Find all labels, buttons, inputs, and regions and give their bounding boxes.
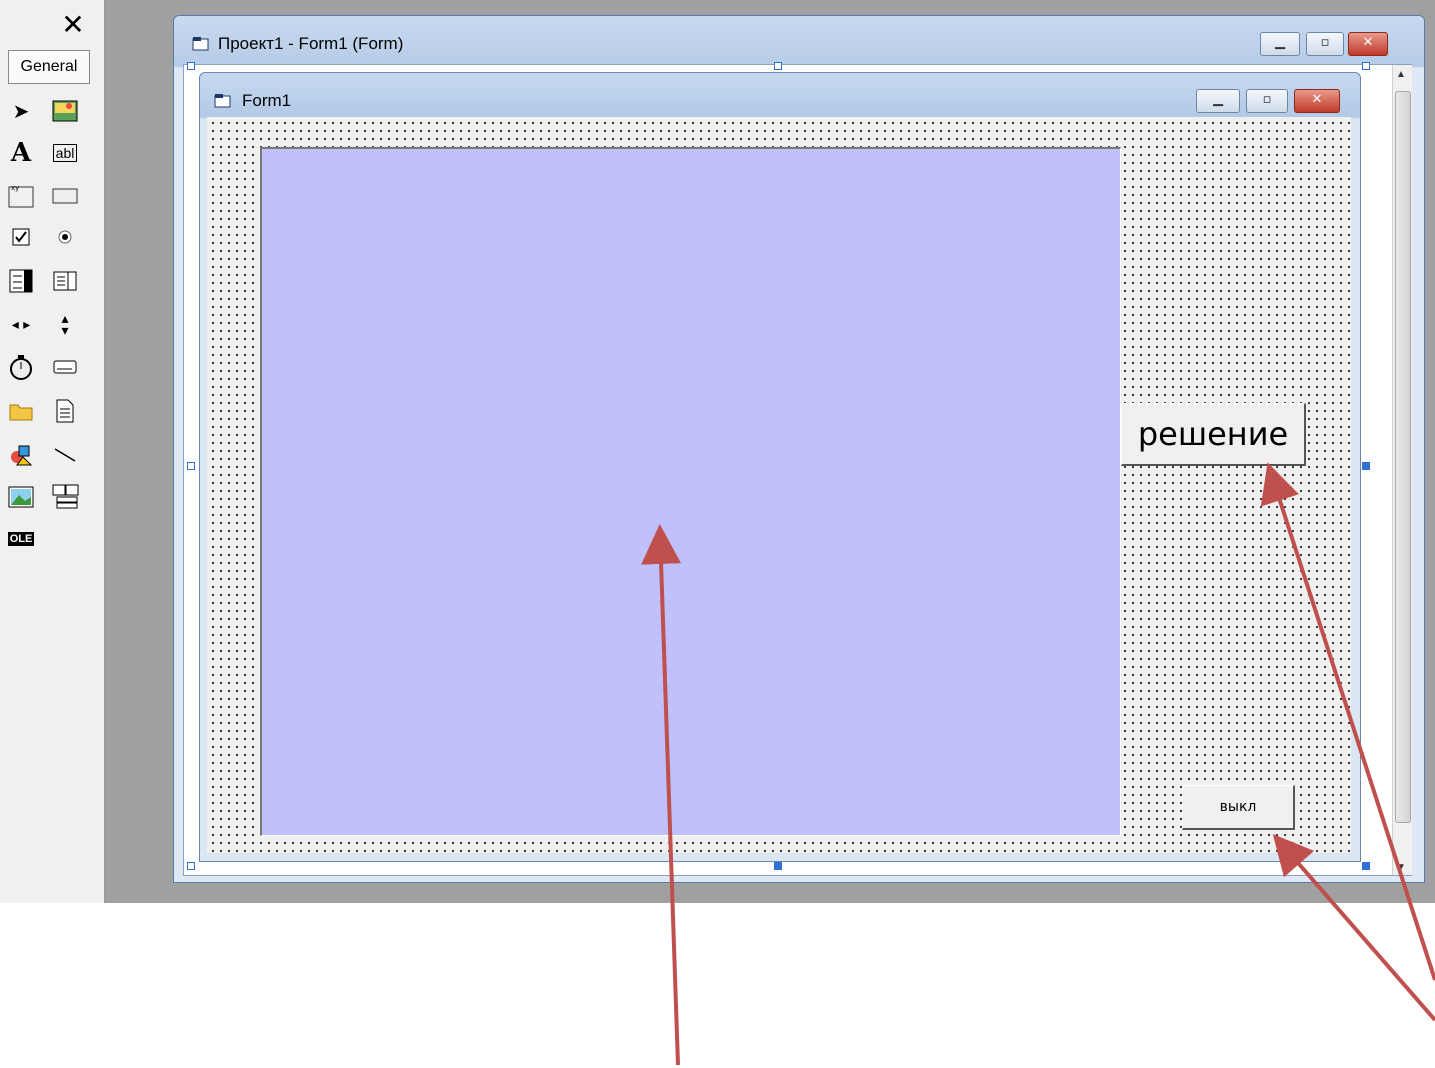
- maximize-button[interactable]: ▫: [1306, 32, 1344, 56]
- textbox-icon-label: abl: [52, 144, 78, 162]
- vertical-scrollbar[interactable]: ▲ ▼: [1392, 65, 1412, 875]
- vscrollbar-icon[interactable]: ▴ ▾: [50, 310, 80, 340]
- ole-icon[interactable]: OLE: [6, 524, 36, 554]
- selection-handle[interactable]: [1362, 462, 1370, 470]
- off-button[interactable]: выкл: [1182, 785, 1295, 830]
- form1-window: Form1 ▁ ▫ ✕ решение выкл: [199, 72, 1361, 862]
- pointer-icon[interactable]: ➤: [6, 96, 36, 126]
- form1-maximize-button[interactable]: ▫: [1246, 89, 1288, 113]
- optionbutton-icon[interactable]: [50, 222, 80, 252]
- frame-icon[interactable]: xy: [6, 180, 36, 210]
- form-icon: [214, 94, 231, 108]
- picture-box[interactable]: [260, 147, 1121, 836]
- combobox-icon[interactable]: [6, 266, 36, 296]
- scroll-up-icon[interactable]: ▲: [1396, 69, 1406, 80]
- image-icon[interactable]: [6, 482, 36, 512]
- dirlistbox-icon[interactable]: [6, 396, 36, 426]
- svg-text:xy: xy: [11, 184, 19, 192]
- form1-title: Form1: [242, 91, 292, 110]
- minimize-button[interactable]: ▁: [1260, 32, 1300, 56]
- form-icon: [192, 37, 209, 51]
- drivelistbox-icon[interactable]: [50, 352, 80, 382]
- picturebox-icon[interactable]: [50, 96, 80, 126]
- shape-icon[interactable]: [6, 440, 36, 470]
- timer-icon[interactable]: [6, 352, 36, 382]
- toolbox-tab-general[interactable]: General: [8, 50, 90, 84]
- toolbox: ✕ General ➤ A abl xy ◂ ▸ ▴ ▾ OLE: [0, 0, 105, 903]
- listbox-icon[interactable]: [50, 266, 80, 296]
- selection-handle[interactable]: [1362, 862, 1370, 870]
- selection-handle[interactable]: [187, 462, 195, 470]
- close-icon[interactable]: ✕: [58, 10, 88, 40]
- scroll-thumb[interactable]: [1395, 91, 1411, 823]
- solve-button[interactable]: решение: [1121, 403, 1306, 466]
- selection-handle[interactable]: [187, 862, 195, 870]
- data-icon[interactable]: [50, 482, 80, 512]
- scroll-down-icon[interactable]: ▼: [1396, 862, 1406, 873]
- commandbutton-icon[interactable]: [50, 180, 80, 210]
- hscrollbar-icon[interactable]: ◂ ▸: [6, 310, 36, 340]
- ole-icon-label: OLE: [7, 532, 35, 546]
- selection-handle[interactable]: [187, 62, 195, 70]
- line-icon[interactable]: [50, 440, 80, 470]
- project-window-title: Проект1 - Form1 (Form): [218, 34, 404, 53]
- textbox-icon[interactable]: abl: [50, 138, 80, 168]
- selection-handle[interactable]: [774, 862, 782, 870]
- label-icon[interactable]: A: [6, 138, 36, 168]
- close-button[interactable]: ✕: [1348, 32, 1388, 56]
- checkbox-icon[interactable]: [6, 222, 36, 252]
- form1-minimize-button[interactable]: ▁: [1196, 89, 1240, 113]
- selection-handle[interactable]: [774, 62, 782, 70]
- filelistbox-icon[interactable]: [50, 396, 80, 426]
- form1-client-grid: решение выкл: [207, 117, 1351, 853]
- form1-close-button[interactable]: ✕: [1294, 89, 1340, 113]
- selection-handle[interactable]: [1362, 62, 1370, 70]
